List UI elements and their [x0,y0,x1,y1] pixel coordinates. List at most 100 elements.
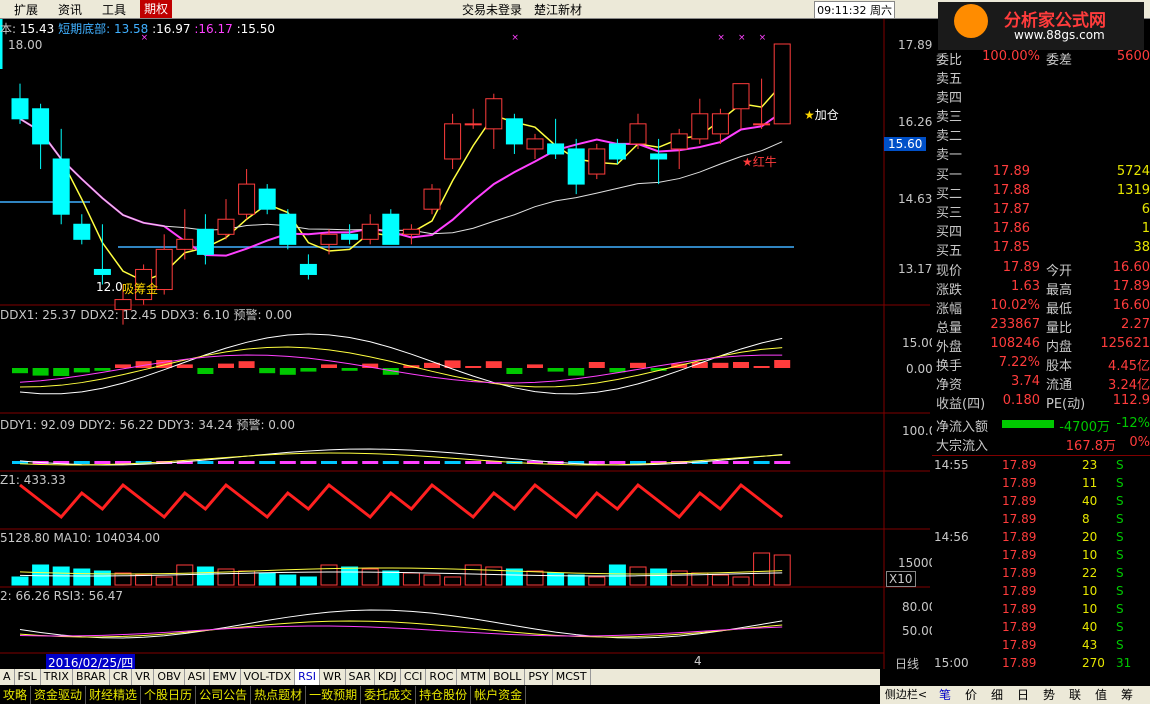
indicator-tab-vr[interactable]: VR [132,669,155,685]
ddx-bar [465,366,482,368]
ddx-bar [485,361,502,368]
indicator-tab-obv[interactable]: OBV [154,669,185,685]
indicator-tab-boll[interactable]: BOLL [490,669,526,685]
function-tab[interactable]: 一致预期 [306,686,362,704]
menu-news[interactable]: 资讯 [58,1,82,18]
sell-level-row: 卖二 [936,129,963,144]
quote-tab[interactable]: 值 [1088,686,1114,703]
indicator-tab-vol-tdx[interactable]: VOL-TDX [241,669,296,685]
ddx-bar [176,364,193,368]
buy-level-row: 买一 17.89 5724 [936,164,1150,183]
ddx-bar [568,368,585,376]
ddy-bar [403,461,420,464]
indicator-tab-kdj[interactable]: KDJ [375,669,401,685]
quote-panel: 分析家公式网 www.88gs.com 委比 100.00% 委差 5600 卖五卖… [932,2,1150,670]
quote-tab[interactable]: 势 [1036,686,1062,703]
period-label[interactable]: 日线 [884,655,930,671]
candle-body [485,98,503,130]
function-tab[interactable]: 公司公告 [196,686,252,704]
volume-bar [11,576,29,586]
function-tab[interactable]: 资金驱动 [31,686,87,704]
candle-body [361,223,379,240]
volume-bar [526,570,544,586]
rsi2-line [19,620,783,638]
red-bull-label: ★红牛 [742,155,777,169]
ma-long-line [19,118,783,235]
indicator-tab-mcst[interactable]: MCST [553,669,591,685]
volume-bar [773,554,791,586]
sidebar-toggle-button[interactable]: 侧边栏< [880,686,932,704]
indicator-tab-a[interactable]: A [0,669,15,685]
quote-tab[interactable]: 联 [1062,686,1088,703]
menu-options[interactable]: 期权 [140,0,173,18]
menu-extend[interactable]: 扩展 [14,1,38,18]
ddy-bar [341,461,358,464]
tick-row: 17.89 11 S [1002,476,1124,490]
function-tab[interactable]: 热点题材 [251,686,307,704]
function-tab[interactable]: 个股日历 [141,686,197,704]
function-tab[interactable]: 财经精选 [86,686,142,704]
candle-body [382,213,400,245]
function-tab[interactable]: 持仓股份 [416,686,472,704]
candle-body [402,228,420,235]
ddy-info: DDY1: 92.09 DDY2: 56.22 DDY3: 34.24 预警: … [0,418,296,432]
z-info: Z1: 433.33 [0,473,66,487]
candle-body [32,108,50,145]
weibi-row: 委比 100.00% 委差 5600 [936,49,1150,68]
stock-name: 楚江新材 [534,3,583,17]
logo: 分析家公式网 www.88gs.com [938,2,1144,50]
sell-level-row: 卖一 [936,148,963,163]
candle-body [52,158,70,215]
ddy-bar [218,461,234,464]
indicator-tab-roc[interactable]: ROC [426,669,458,685]
candle-body [547,143,565,155]
volume-bar [444,576,462,586]
chart-area[interactable]: × × × × × [0,19,930,669]
indicator-tab-rsi[interactable]: RSI [295,669,320,685]
tick-row: 17.89 8 S [1002,512,1124,526]
indicator-tab-emv[interactable]: EMV [210,669,241,685]
quote-tabs: 笔价细日势联值筹 [932,686,1150,704]
indicator-tab-fsl[interactable]: FSL [15,669,41,685]
quote-tab[interactable]: 筹 [1114,686,1140,703]
function-tab[interactable]: 帐户资金 [471,686,527,704]
netflow-bar [1002,420,1054,428]
function-tab[interactable]: 委托成交 [361,686,417,704]
quote-tab[interactable]: 日 [1010,686,1036,703]
low-price-label: 12.0 [96,280,123,294]
menu-tools[interactable]: 工具 [102,1,126,18]
date-tick: 4 [694,654,702,668]
candle-body [423,188,441,210]
function-tab[interactable]: 攻略 [0,686,32,704]
indicator-tab-asi[interactable]: ASI [185,669,210,685]
ddx-bar [218,363,234,368]
indicator-tab-cr[interactable]: CR [110,669,133,685]
indicator-tab-cci[interactable]: CCI [401,669,427,685]
buy-signal-label: 吸筹金 [122,282,159,296]
ddy-bar [609,461,626,464]
ddy-bar [279,461,296,464]
vol-info: 5128.80 MA10: 104034.00 [0,531,161,545]
indicator-tab-sar[interactable]: SAR [346,669,375,685]
indicator-tab-mtm[interactable]: MTM [457,669,491,685]
quote-stat-row: 换手 7.22% 股本 4.45亿 [936,355,1150,374]
volume-bar [402,572,420,586]
volume-bar [258,572,276,586]
quote-tab[interactable]: 笔 [932,686,958,703]
indicator-tab-psy[interactable]: PSY [525,669,553,685]
indicator-tab-wr[interactable]: WR [320,669,346,685]
tick-row: 17.89 10 S [1002,548,1124,562]
quote-tab[interactable]: 价 [958,686,984,703]
clock: 09:11:32 周六 [814,1,895,19]
candle-body [732,83,750,110]
candle-body [258,188,276,210]
candle-body [691,113,709,140]
quote-tab[interactable]: 细 [984,686,1010,703]
ddx-bar [259,368,276,374]
ddx-bar [527,364,543,368]
indicator-tab-trix[interactable]: TRIX [41,669,73,685]
rsi-info: 2: 66.26 RSI3: 56.47 [0,589,123,603]
ddy-bar [774,461,791,464]
indicator-tab-brar[interactable]: BRAR [73,669,110,685]
candle-body [753,123,771,126]
